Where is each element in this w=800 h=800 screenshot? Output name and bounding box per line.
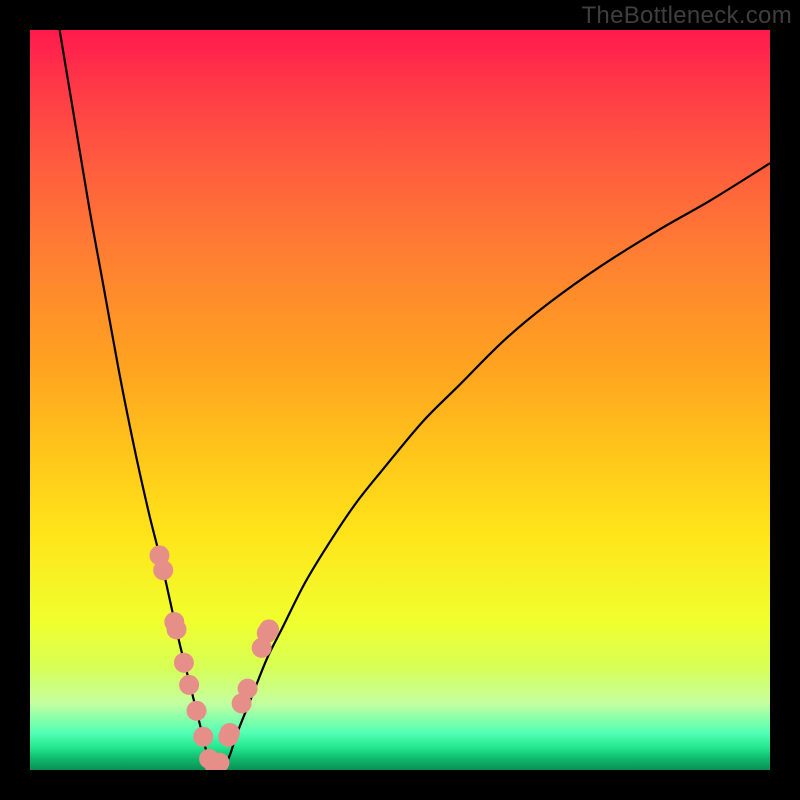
plot-area (30, 30, 770, 770)
curve-marker (153, 560, 173, 580)
curve-marker (167, 619, 187, 639)
curve-marker (259, 619, 279, 639)
curve-markers (150, 545, 280, 770)
chart-frame: TheBottleneck.com (0, 0, 800, 800)
curve-marker (193, 727, 213, 747)
curve-marker (174, 653, 194, 673)
bottleneck-curve (60, 30, 770, 770)
curve-marker (179, 675, 199, 695)
curve-marker (238, 679, 258, 699)
curve-marker (187, 701, 207, 721)
bottleneck-curve-svg (30, 30, 770, 770)
watermark-text: TheBottleneck.com (581, 2, 792, 30)
curve-marker (220, 723, 240, 743)
